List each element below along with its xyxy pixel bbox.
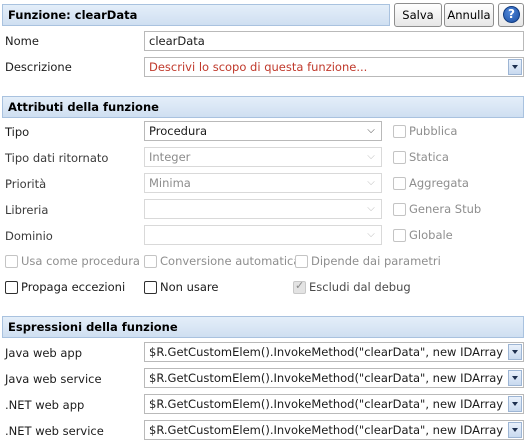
function-title: Funzione: clearData [8,8,138,22]
aggregata-checkbox[interactable] [393,177,406,190]
aggregata-label: Aggregata [409,176,469,190]
attributes-section-title: Attributi della funzione [8,100,159,114]
description-placeholder: Descrivi lo scopo di questa funzione... [149,60,368,74]
conversione-automatica-label: Conversione automatica [160,254,301,268]
domain-select[interactable]: ⌵ [144,225,382,245]
chevron-down-icon[interactable] [508,396,522,412]
return-type-select[interactable]: Integer ⌵ [144,147,382,167]
expression-value: $R.GetCustomElem().InvokeMethod("clearDa… [149,423,504,437]
name-field[interactable]: clearData [144,31,524,51]
expression-value: $R.GetCustomElem().InvokeMethod("clearDa… [149,397,504,411]
chevron-down-icon[interactable] [508,370,522,386]
dipende-dai-parametri-checkbox[interactable] [295,255,308,268]
statica-checkbox[interactable] [393,151,406,164]
library-label: Libreria [5,203,49,217]
chevron-down-icon: ⌵ [367,177,375,188]
return-type-label: Tipo dati ritornato [5,151,109,165]
globale-label: Globale [409,228,453,242]
attributes-section-header: Attributi della funzione [2,96,524,118]
domain-label: Dominio [5,229,53,243]
non-usare-label: Non usare [160,280,219,294]
chevron-down-icon[interactable] [508,344,522,360]
priority-select[interactable]: Minima ⌵ [144,173,382,193]
expression-label: Java web app [5,346,83,360]
expression-label: Java web service [5,372,102,386]
save-button[interactable]: Salva [394,3,442,27]
propaga-eccezioni-label: Propaga eccezioni [21,280,126,294]
chevron-down-icon: ⌵ [367,151,375,162]
dipende-dai-parametri-label: Dipende dai parametri [311,254,441,268]
genera-stub-label: Genera Stub [409,202,482,216]
cancel-button[interactable]: Annulla [444,3,494,27]
name-label: Nome [5,34,39,48]
priority-value: Minima [149,176,191,190]
chevron-down-icon: ⌵ [367,229,375,240]
conversione-automatica-checkbox[interactable] [144,255,157,268]
expression-field-java-web-app[interactable]: $R.GetCustomElem().InvokeMethod("clearDa… [144,342,524,362]
function-title-bar: Funzione: clearData [2,4,390,26]
genera-stub-checkbox[interactable] [393,203,406,216]
expression-field-net-web-service[interactable]: $R.GetCustomElem().InvokeMethod("clearDa… [144,420,524,440]
propaga-eccezioni-checkbox[interactable] [5,281,18,294]
usa-come-procedura-checkbox[interactable] [5,255,18,268]
globale-checkbox[interactable] [393,229,406,242]
chevron-down-icon: ⌵ [367,203,375,214]
tipo-label: Tipo [5,125,30,139]
description-field[interactable]: Descrivi lo scopo di questa funzione... [144,57,524,77]
description-label: Descrizione [5,60,72,74]
non-usare-checkbox[interactable] [144,281,157,294]
tipo-value: Procedura [149,124,208,138]
help-button[interactable]: ? [498,3,524,27]
chevron-down-icon[interactable] [508,422,522,438]
help-icon: ? [503,6,520,23]
expression-label: .NET web service [5,424,104,438]
expressions-section-title: Espressioni della funzione [8,320,178,334]
library-select[interactable]: ⌵ [144,199,382,219]
expression-field-net-web-app[interactable]: $R.GetCustomElem().InvokeMethod("clearDa… [144,394,524,414]
name-value: clearData [149,34,205,48]
expressions-section-header: Espressioni della funzione [2,316,524,338]
statica-label: Statica [409,150,449,164]
priority-label: Priorità [5,177,47,191]
expression-value: $R.GetCustomElem().InvokeMethod("clearDa… [149,345,504,359]
escludi-dal-debug-label: Escludi dal debug [309,280,411,294]
pubblica-checkbox[interactable] [393,125,406,138]
escludi-dal-debug-checkbox[interactable] [293,279,306,294]
tipo-select[interactable]: Procedura ⌵ [144,121,382,141]
chevron-down-icon: ⌵ [367,125,375,136]
pubblica-label: Pubblica [409,124,458,138]
chevron-down-icon[interactable] [508,59,522,75]
expression-value: $R.GetCustomElem().InvokeMethod("clearDa… [149,371,504,385]
expression-field-java-web-service[interactable]: $R.GetCustomElem().InvokeMethod("clearDa… [144,368,524,388]
expression-label: .NET web app [5,398,85,412]
return-type-value: Integer [149,150,191,164]
usa-come-procedura-label: Usa come procedura [21,254,140,268]
